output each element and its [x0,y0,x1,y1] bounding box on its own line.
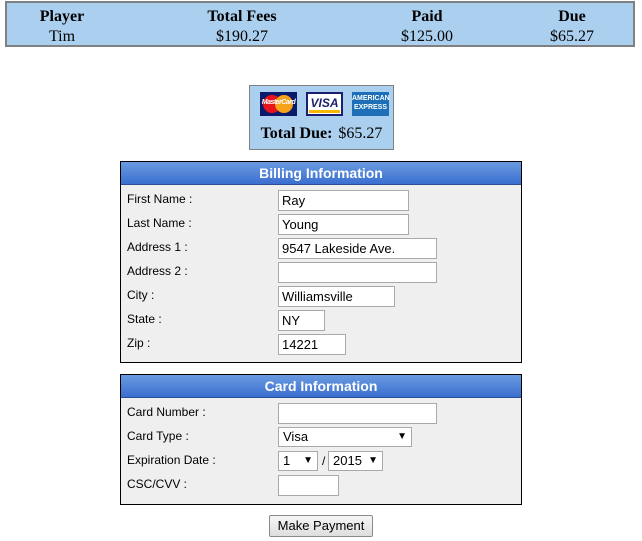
exp-year-select[interactable]: 2015 ▼ [328,451,383,471]
exp-month-value: 1 [283,453,291,468]
due-value: $65.27 [550,28,594,45]
paid-column: Paid $125.00 [377,7,477,47]
state-row: State : [121,310,521,334]
billing-information-section: Billing Information First Name : Last Na… [120,161,522,363]
total-fees-header: Total Fees [207,8,277,25]
card-logos: MasterCard VISA AMERICAN EXPRESS [260,92,390,116]
accepted-cards-box: MasterCard VISA AMERICAN EXPRESS Total D… [249,85,394,150]
address1-input[interactable] [278,238,437,259]
last-name-input[interactable] [278,214,409,235]
card-information-title: Card Information [121,375,521,398]
total-fees-column: Total Fees $190.27 [192,7,292,47]
card-number-input[interactable] [278,403,437,424]
player-value: Tim [48,28,76,45]
last-name-label: Last Name : [127,216,192,230]
address2-label: Address 2 : [127,264,188,278]
player-column: Player Tim [22,7,102,47]
first-name-label: First Name : [127,192,193,206]
due-header: Due [558,8,586,25]
address2-input[interactable] [278,262,437,283]
last-name-row: Last Name : [121,214,521,238]
csc-input[interactable] [278,475,339,496]
exp-year-value: 2015 [333,453,362,468]
amex-logo-icon: AMERICAN EXPRESS [352,92,390,116]
mastercard-logo-icon: MasterCard [260,92,297,116]
total-due-value: $65.27 [338,125,383,142]
exp-month-select[interactable]: 1 ▼ [278,451,318,471]
expiration-label: Expiration Date : [127,453,216,467]
card-number-row: Card Number : [121,403,521,427]
paid-value: $125.00 [401,28,453,45]
card-information-section: Card Information Card Number : Card Type… [120,374,522,505]
player-header: Player [39,8,85,25]
csc-label: CSC/CVV : [127,477,188,491]
city-label: City : [127,288,155,302]
total-due-label: Total Due: [260,125,333,142]
first-name-row: First Name : [121,190,521,214]
zip-label: Zip : [127,336,151,350]
chevron-down-icon: ▼ [368,455,378,466]
zip-row: Zip : [121,334,521,358]
csc-row: CSC/CVV : [121,475,521,499]
city-row: City : [121,286,521,310]
expiration-row: Expiration Date : 1 ▼ / 2015 ▼ [121,451,521,475]
paid-header: Paid [411,8,443,25]
card-type-row: Card Type : Visa ▼ [121,427,521,451]
chevron-down-icon: ▼ [397,431,407,442]
visa-logo-icon: VISA [306,92,343,116]
address2-row: Address 2 : [121,262,521,286]
fees-summary-table: Player Tim Total Fees $190.27 Paid $125.… [5,1,635,47]
total-fees-value: $190.27 [216,28,268,45]
card-type-value: Visa [283,429,309,444]
address1-row: Address 1 : [121,238,521,262]
state-input[interactable] [278,310,325,331]
card-number-label: Card Number : [127,405,206,419]
city-input[interactable] [278,286,395,307]
due-column: Due $65.27 [532,7,612,47]
card-type-select[interactable]: Visa ▼ [278,427,412,447]
total-due: Total Due: $65.27 [250,125,393,143]
card-type-label: Card Type : [127,429,189,443]
zip-input[interactable] [278,334,346,355]
exp-separator: / [322,454,326,468]
chevron-down-icon: ▼ [303,455,313,466]
make-payment-button[interactable]: Make Payment [269,515,373,537]
first-name-input[interactable] [278,190,409,211]
billing-information-title: Billing Information [121,162,521,185]
state-label: State : [127,312,162,326]
address1-label: Address 1 : [127,240,188,254]
